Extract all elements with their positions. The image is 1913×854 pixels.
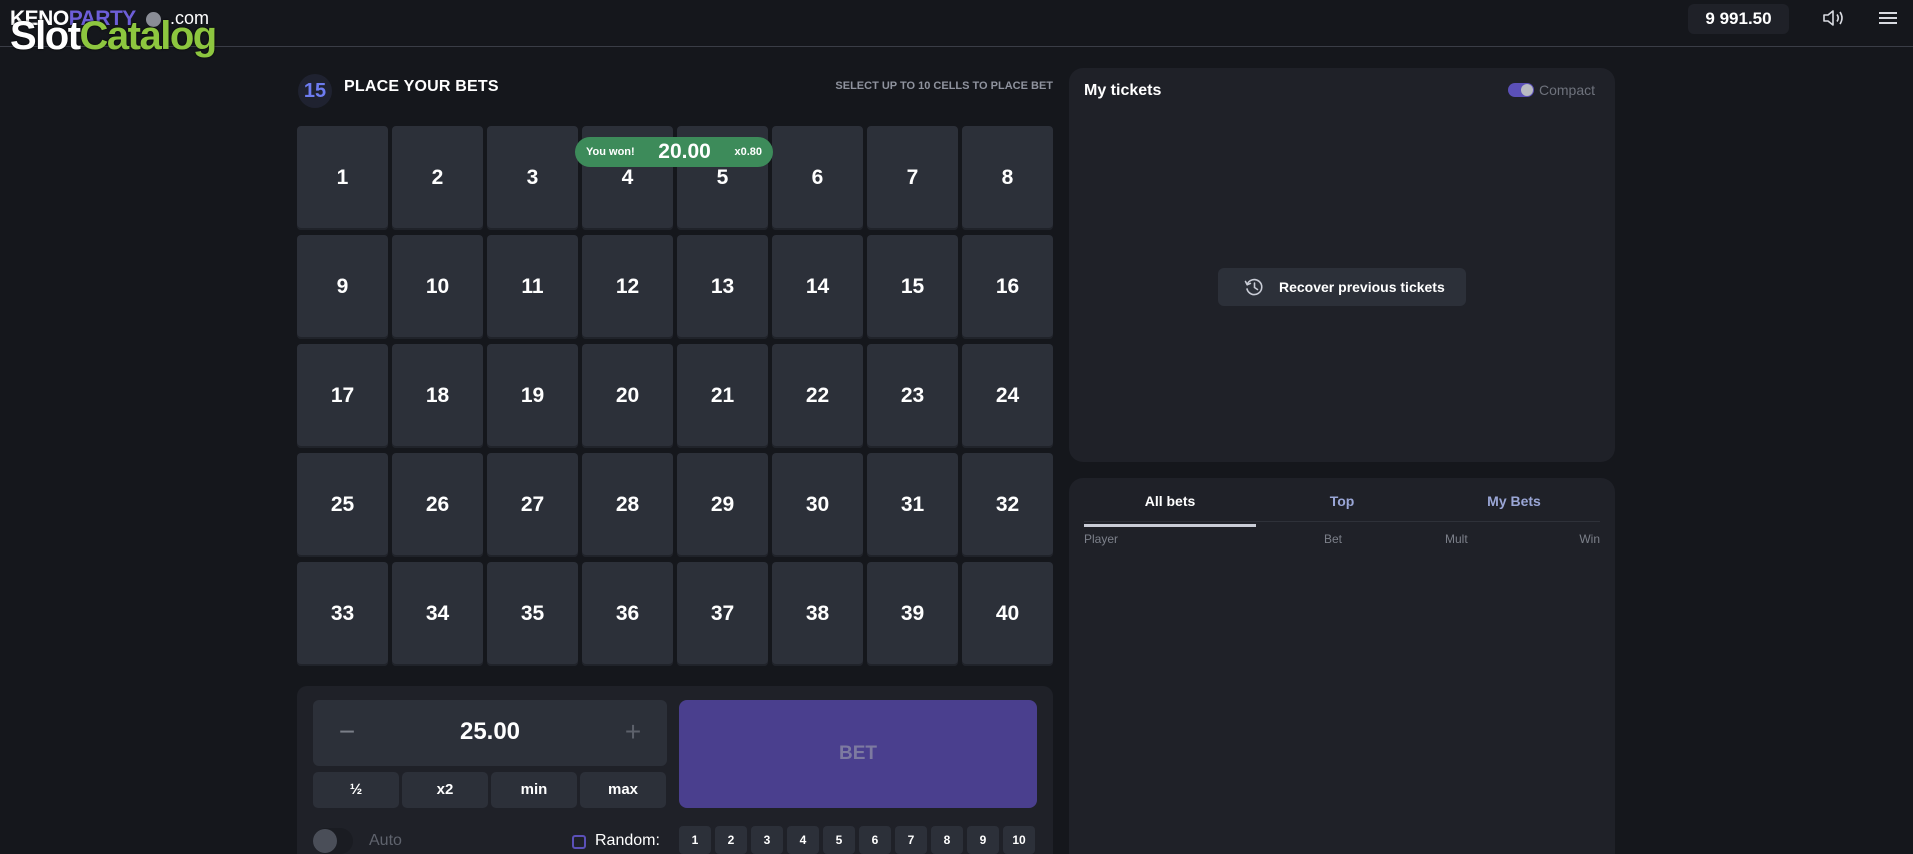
keno-cell[interactable]: 10	[392, 235, 483, 339]
keno-cell[interactable]: 28	[582, 453, 673, 557]
keno-cell[interactable]: 20	[582, 344, 673, 448]
keno-cell[interactable]: 8	[962, 126, 1053, 230]
selected-count-badge: 15	[298, 74, 332, 108]
compact-toggle[interactable]	[1508, 83, 1534, 97]
keno-cell[interactable]: 34	[392, 562, 483, 666]
max-button[interactable]: max	[580, 772, 666, 808]
keno-cell[interactable]: 35	[487, 562, 578, 666]
keno-grid: 1 2 3 4 5 6 7 8 9 10 11 12 13 14 15 16 1…	[297, 126, 1053, 668]
keno-cell[interactable]: 33	[297, 562, 388, 666]
column-player: Player	[1084, 532, 1119, 546]
random-options: 1 2 3 4 5 6 7 8 9 10	[679, 826, 1037, 854]
bet-button[interactable]: BET	[679, 700, 1037, 808]
menu-icon[interactable]	[1877, 9, 1899, 27]
random-option[interactable]: 6	[859, 826, 891, 854]
stake-input[interactable]: 25.00	[373, 718, 607, 746]
keno-cell[interactable]: 26	[392, 453, 483, 557]
keno-cell[interactable]: 39	[867, 562, 958, 666]
bets-panel: All bets Top My Bets Player Bet Mult Win	[1069, 478, 1615, 854]
half-button[interactable]: ½	[313, 772, 399, 808]
random-label: Random:	[595, 832, 660, 849]
random-option[interactable]: 4	[787, 826, 819, 854]
tab-my-bets[interactable]: My Bets	[1428, 478, 1600, 527]
keno-cell[interactable]: 16	[962, 235, 1053, 339]
keno-cell[interactable]: 7	[867, 126, 958, 230]
bets-table-header: Player Bet Mult Win	[1084, 532, 1600, 548]
random-option[interactable]: 1	[679, 826, 711, 854]
top-bar: KENOPARTY .com SlotCatalog 9 991.50	[0, 0, 1913, 58]
win-amount: 20.00	[658, 140, 711, 163]
keno-cell[interactable]: 37	[677, 562, 768, 666]
keno-cell[interactable]: 14	[772, 235, 863, 339]
keno-cell[interactable]: 25	[297, 453, 388, 557]
keno-cell[interactable]: 36	[582, 562, 673, 666]
place-bets-title: PLACE YOUR BETS	[344, 78, 499, 95]
keno-cell[interactable]: 29	[677, 453, 768, 557]
column-mult: Mult	[1445, 532, 1468, 546]
keno-cell[interactable]: 15	[867, 235, 958, 339]
keno-cell[interactable]: 13	[677, 235, 768, 339]
keno-cell[interactable]: 30	[772, 453, 863, 557]
toggle-knob	[313, 829, 337, 853]
my-tickets-panel: My tickets Compact Recover previous tick…	[1069, 68, 1615, 462]
keno-cell[interactable]: 11	[487, 235, 578, 339]
keno-cell[interactable]: 2	[392, 126, 483, 230]
auto-toggle[interactable]	[313, 828, 353, 854]
keno-cell[interactable]: 9	[297, 235, 388, 339]
random-option[interactable]: 8	[931, 826, 963, 854]
random-icon	[572, 835, 586, 849]
column-bet: Bet	[1324, 532, 1343, 546]
min-button[interactable]: min	[491, 772, 577, 808]
keno-cell[interactable]: 19	[487, 344, 578, 448]
keno-cell[interactable]: 32	[962, 453, 1053, 557]
auto-label: Auto	[369, 832, 402, 849]
double-button[interactable]: x2	[402, 772, 488, 808]
watermark-slot: Slot	[10, 14, 81, 58]
keno-cell[interactable]: 23	[867, 344, 958, 448]
recover-tickets-label: Recover previous tickets	[1279, 279, 1445, 295]
compact-label: Compact	[1539, 82, 1596, 98]
quick-stake-buttons: ½ x2 min max	[313, 772, 667, 808]
tab-top[interactable]: Top	[1256, 478, 1428, 527]
sound-icon[interactable]	[1821, 8, 1847, 28]
toggle-knob	[1521, 84, 1533, 96]
balance-display: 9 991.50	[1688, 4, 1789, 34]
keno-cell[interactable]: 24	[962, 344, 1053, 448]
recover-tickets-button[interactable]: Recover previous tickets	[1218, 268, 1466, 306]
minus-icon[interactable]: −	[335, 718, 359, 746]
keno-cell[interactable]: 40	[962, 562, 1053, 666]
random-option[interactable]: 9	[967, 826, 999, 854]
win-multiplier: x0.80	[734, 146, 762, 158]
keno-cell[interactable]: 6	[772, 126, 863, 230]
keno-cell[interactable]: 21	[677, 344, 768, 448]
keno-cell[interactable]: 22	[772, 344, 863, 448]
keno-cell[interactable]: 3	[487, 126, 578, 230]
history-icon	[1244, 278, 1263, 296]
keno-cell[interactable]: 18	[392, 344, 483, 448]
my-tickets-title: My tickets	[1084, 82, 1162, 99]
random-option[interactable]: 3	[751, 826, 783, 854]
watermark-slotcatalog: SlotCatalog	[10, 14, 218, 59]
win-label: You won!	[586, 146, 635, 158]
select-hint: SELECT UP TO 10 CELLS TO PLACE BET	[835, 80, 1053, 92]
watermark-catalog: Catalog	[79, 14, 218, 58]
win-badge: You won! 20.00 x0.80	[575, 137, 773, 167]
random-option[interactable]: 10	[1003, 826, 1035, 854]
random-option[interactable]: 7	[895, 826, 927, 854]
keno-cell[interactable]: 1	[297, 126, 388, 230]
tab-all-bets[interactable]: All bets	[1084, 478, 1256, 527]
keno-cell[interactable]: 17	[297, 344, 388, 448]
keno-cell[interactable]: 31	[867, 453, 958, 557]
random-option[interactable]: 2	[715, 826, 747, 854]
random-option[interactable]: 5	[823, 826, 855, 854]
column-win: Win	[1579, 532, 1600, 546]
logo: KENOPARTY .com SlotCatalog	[10, 4, 217, 58]
keno-cell[interactable]: 12	[582, 235, 673, 339]
plus-icon[interactable]: +	[621, 718, 645, 746]
keno-cell[interactable]: 27	[487, 453, 578, 557]
bet-panel: − 25.00 + ½ x2 min max BET Auto Random: …	[297, 686, 1053, 854]
bets-tabs: All bets Top My Bets	[1084, 478, 1600, 527]
keno-cell[interactable]: 38	[772, 562, 863, 666]
stake-stepper: − 25.00 +	[313, 700, 667, 766]
